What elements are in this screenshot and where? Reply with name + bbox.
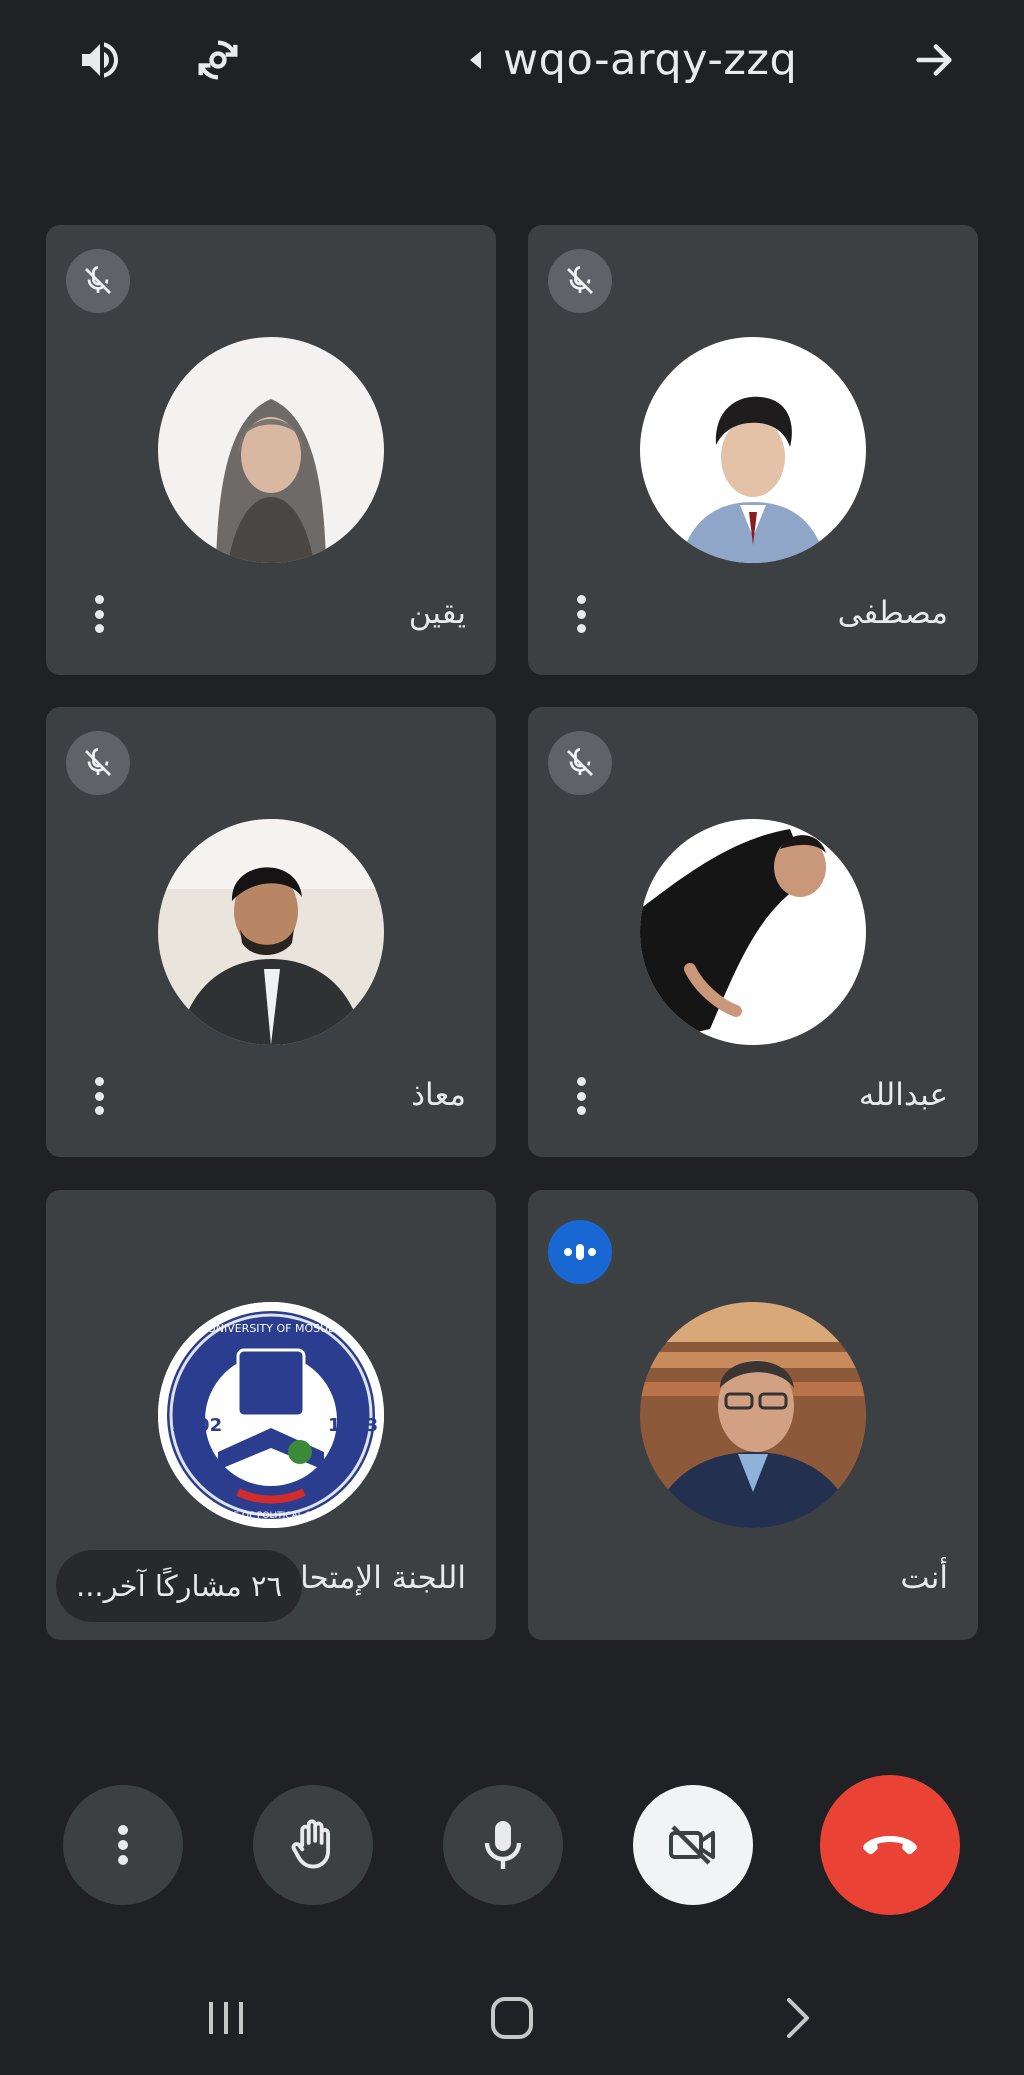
participant-tile[interactable]: معاذ <box>46 707 496 1157</box>
back-button[interactable] <box>758 1988 838 2048</box>
avatar <box>640 1302 866 1528</box>
volume-icon <box>82 42 118 78</box>
participant-name: يقين <box>408 595 466 631</box>
mic-off-icon <box>567 266 593 294</box>
meeting-code: wqo-arqy-zzq <box>503 35 798 85</box>
system-nav-bar <box>0 1960 1024 2075</box>
mic-off-badge <box>66 731 130 795</box>
participant-options-button[interactable] <box>566 589 596 639</box>
call-end-icon <box>863 1836 917 1855</box>
home-button[interactable] <box>472 1988 552 2048</box>
participant-tile[interactable]: يقين <box>46 225 496 675</box>
mic-icon <box>484 1821 522 1869</box>
participant-tile[interactable]: UNIVERSITY OF MOSUL 2002 1423 COLLEGE OF… <box>46 1190 496 1640</box>
top-bar: wqo-arqy-zzq <box>0 0 1024 130</box>
other-participants-chip[interactable]: ٢٦ مشاركًا آخر... <box>56 1550 303 1622</box>
recent-apps-button[interactable] <box>186 1988 266 2048</box>
self-tile[interactable]: أنت <box>528 1190 978 1640</box>
chevron-right-icon <box>787 1998 809 2038</box>
camera-toggle-button[interactable] <box>633 1785 753 1905</box>
participant-name: معاذ <box>411 1077 466 1113</box>
caret-left-icon <box>470 51 481 69</box>
audio-level-icon <box>564 1244 596 1260</box>
mic-off-badge <box>548 731 612 795</box>
arrow-right-icon <box>916 44 952 76</box>
mic-off-icon <box>567 748 593 776</box>
meeting-details-button[interactable] <box>906 32 962 88</box>
home-icon <box>491 1997 533 2039</box>
participant-name: أنت <box>900 1560 948 1596</box>
logo-bottom-text: COLLEGE OF POLITICAL SCIENCE <box>197 1511 345 1521</box>
logo-year-right: 1423 <box>328 1415 378 1436</box>
microphone-button[interactable] <box>443 1785 563 1905</box>
participant-options-button[interactable] <box>84 1071 114 1121</box>
logo-top-text: UNIVERSITY OF MOSUL <box>208 1322 335 1335</box>
end-call-button[interactable] <box>820 1775 960 1915</box>
participant-name: مصطفى <box>837 595 948 631</box>
participant-name: عبدالله <box>858 1077 948 1113</box>
hand-icon <box>291 1819 331 1869</box>
switch-camera-button[interactable] <box>190 32 246 88</box>
video-off-icon <box>669 1825 715 1865</box>
avatar <box>158 819 384 1045</box>
more-vert-icon <box>118 1825 128 1865</box>
recent-apps-icon <box>209 2002 243 2034</box>
mic-off-icon <box>85 266 111 294</box>
college-logo: UNIVERSITY OF MOSUL 2002 1423 COLLEGE OF… <box>158 1302 384 1528</box>
avatar <box>640 819 866 1045</box>
speaking-indicator <box>548 1220 612 1284</box>
raise-hand-button[interactable] <box>253 1785 373 1905</box>
switch-camera-icon <box>198 40 238 80</box>
more-options-button[interactable] <box>63 1785 183 1905</box>
mic-off-badge <box>66 249 130 313</box>
participant-tile[interactable]: مصطفى <box>528 225 978 675</box>
meeting-info-button[interactable]: wqo-arqy-zzq <box>470 30 797 90</box>
avatar <box>640 337 866 563</box>
speaker-button[interactable] <box>72 32 128 88</box>
mic-off-badge <box>548 249 612 313</box>
avatar <box>158 337 384 563</box>
participant-options-button[interactable] <box>566 1071 596 1121</box>
participant-options-button[interactable] <box>84 589 114 639</box>
mic-off-icon <box>85 748 111 776</box>
logo-year-left: 2002 <box>172 1415 222 1436</box>
participant-tile[interactable]: عبدالله <box>528 707 978 1157</box>
